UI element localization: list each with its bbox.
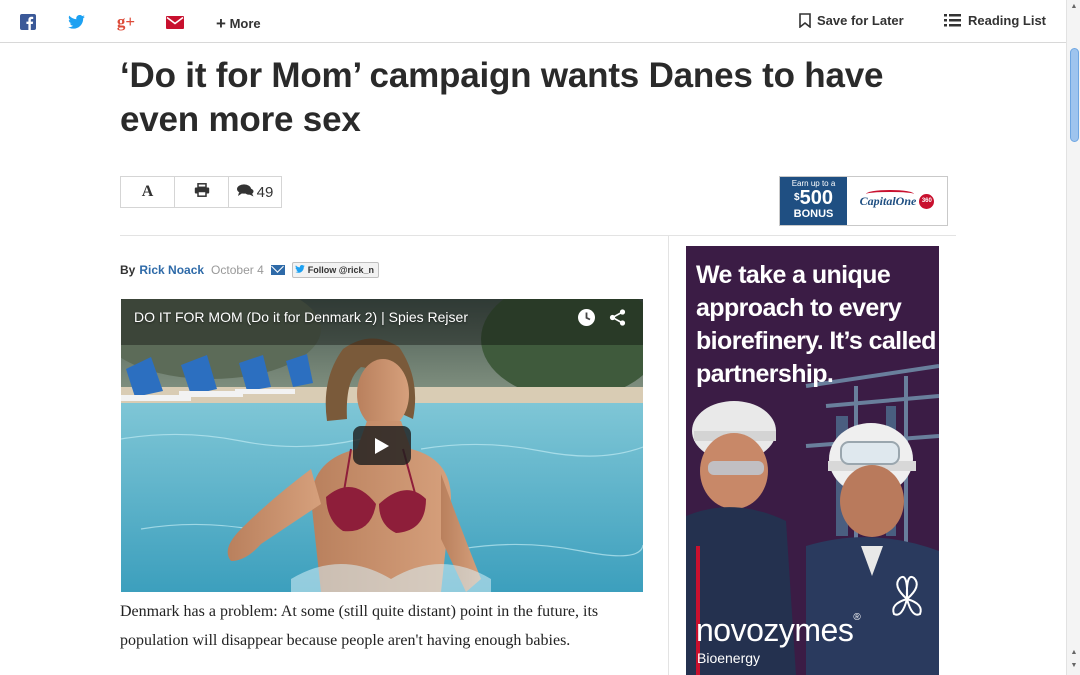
comment-count: 49 — [256, 183, 274, 201]
save-for-later-button[interactable]: Save for Later — [799, 13, 904, 31]
reading-list-button[interactable]: Reading List — [944, 13, 1046, 30]
ad-bonus-panel: Earn up to a $500 BONUS — [780, 177, 847, 225]
more-button[interactable]: + More — [216, 14, 261, 34]
reading-list-label: Reading List — [968, 13, 1047, 28]
ad-bonus-label: BONUS — [793, 208, 834, 220]
publish-date: October 4 — [211, 263, 264, 277]
ad-amount: 500 — [799, 187, 833, 209]
facebook-icon[interactable] — [18, 12, 38, 32]
more-label: More — [229, 16, 261, 31]
author-link[interactable]: Rick Noack — [139, 263, 204, 277]
ad-headline: We take a unique approach to every biore… — [696, 261, 936, 388]
printer-icon — [194, 182, 210, 202]
twitter-bird-icon — [294, 264, 305, 275]
ad-360-badge: 360 — [919, 193, 935, 209]
author-email-icon[interactable] — [270, 265, 285, 275]
comments-icon — [236, 183, 254, 201]
article-tools: A 49 — [120, 176, 282, 208]
share-icon[interactable] — [608, 308, 627, 332]
header-divider — [120, 235, 956, 236]
list-icon — [944, 14, 961, 30]
ad-brand-name: novozymes — [696, 612, 854, 648]
play-icon — [375, 437, 389, 454]
google-plus-icon[interactable]: g+ — [116, 12, 136, 32]
save-for-later-label: Save for Later — [817, 13, 904, 28]
twitter-follow-button[interactable]: Follow @rick_n — [291, 262, 380, 278]
sidebar-divider — [668, 236, 669, 675]
twitter-icon[interactable] — [66, 12, 86, 32]
play-button[interactable] — [353, 426, 411, 465]
video-player[interactable]: DO IT FOR MOM (Do it for Denmark 2) | Sp… — [121, 299, 643, 592]
scroll-up-arrow-icon[interactable]: ▲ — [1069, 2, 1079, 12]
watch-later-clock-icon[interactable] — [577, 308, 596, 332]
scroll-down-arrow-icon[interactable]: ▼ — [1069, 661, 1079, 671]
ad-registered-mark: ® — [853, 612, 861, 623]
byline: By Rick Noack October 4 Follow @rick_n — [120, 262, 380, 278]
font-size-button[interactable]: A — [121, 177, 175, 207]
share-toolbar: g+ + More Save for Later Reading List — [0, 0, 1066, 43]
article-paragraph: Denmark has a problem: At some (still qu… — [120, 603, 599, 649]
scroll-up-arrow-icon[interactable]: ▲ — [1069, 648, 1079, 658]
follow-label: Follow @rick_n — [307, 265, 375, 275]
scroll-thumb[interactable] — [1070, 48, 1079, 142]
bookmark-icon — [799, 13, 811, 31]
capital-one-logo: CapitalOne — [859, 189, 917, 208]
email-icon[interactable] — [165, 12, 185, 32]
article-headline: ‘Do it for Mom’ campaign wants Danes to … — [120, 56, 884, 139]
print-button[interactable] — [175, 177, 229, 207]
ad-bonus-amount: $500 — [780, 188, 847, 208]
comments-button[interactable]: 49 — [229, 177, 281, 207]
video-title: DO IT FOR MOM (Do it for Denmark 2) | Sp… — [134, 309, 468, 325]
capital-one-ad[interactable]: Earn up to a $500 BONUS CapitalOne 360 — [779, 176, 948, 226]
novozymes-logo: novozymes® — [696, 612, 861, 649]
page-scrollbar[interactable]: ▲ ▲ ▼ — [1066, 0, 1080, 675]
plus-icon: + — [216, 14, 226, 33]
byline-by: By — [120, 263, 136, 277]
ad-subtitle: Bioenergy — [697, 650, 761, 666]
novozymes-ad[interactable]: We take a unique approach to every biore… — [686, 246, 939, 675]
ad-logo-panel: CapitalOne 360 — [847, 177, 947, 225]
